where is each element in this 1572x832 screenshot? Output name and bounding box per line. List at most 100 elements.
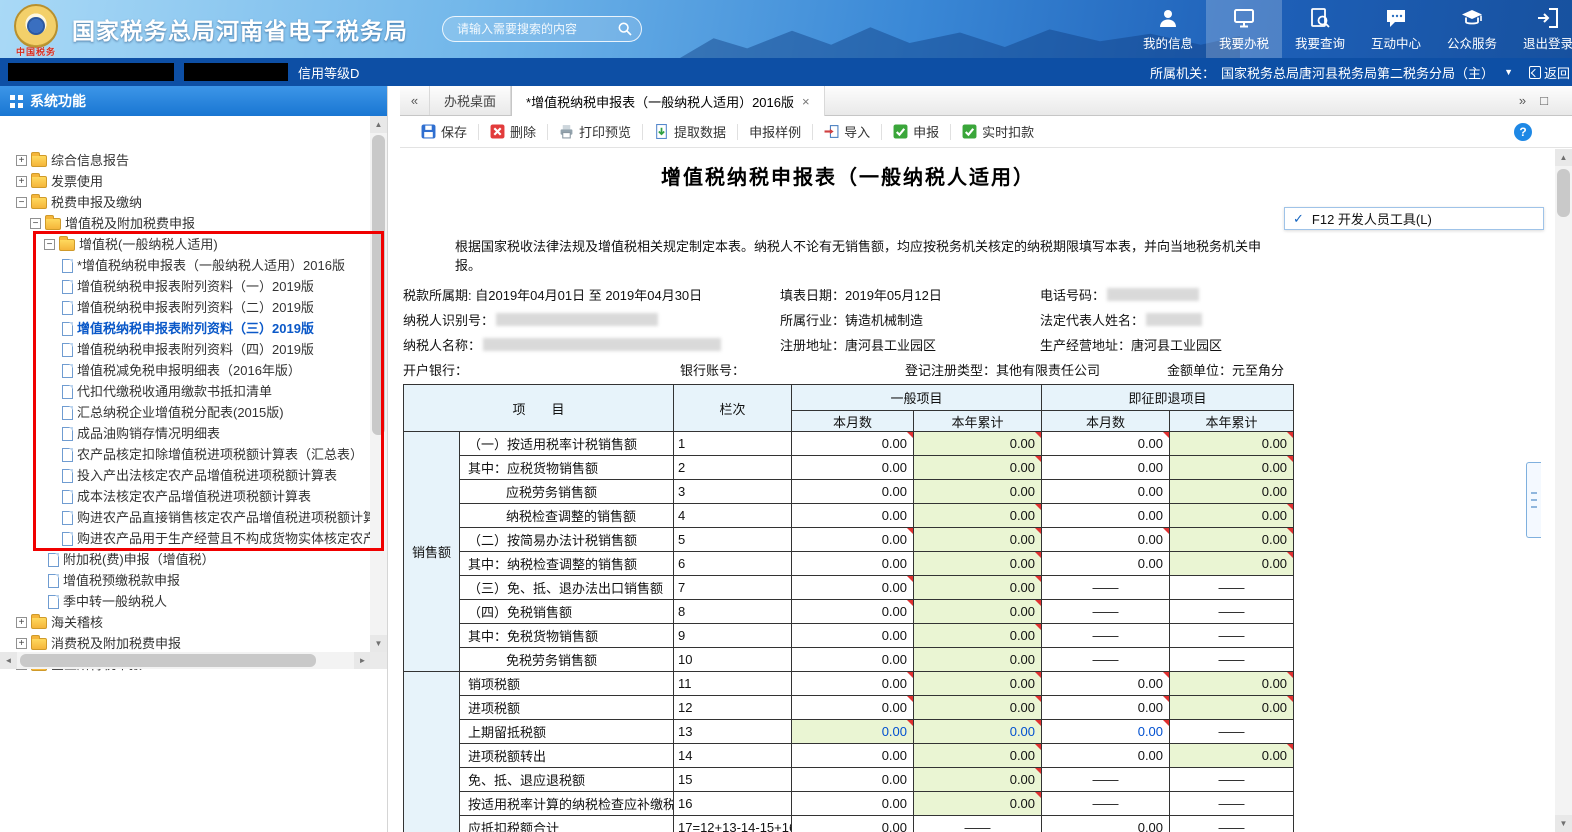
side-float-widget[interactable]: [1526, 462, 1541, 538]
value-cell[interactable]: 0.00: [914, 720, 1042, 744]
value-cell[interactable]: 0.00: [914, 648, 1042, 672]
tree-doc-item[interactable]: 增值税减免税申报明细表（2016年版）: [0, 360, 387, 381]
sidebar-horizontal-scrollbar[interactable]: ◄ ►: [0, 652, 371, 669]
value-cell[interactable]: 0.00: [792, 576, 914, 600]
value-cell[interactable]: 0.00: [1170, 480, 1294, 504]
sidebar-vertical-scrollbar[interactable]: ▲ ▼: [370, 116, 387, 652]
tree-folder-item[interactable]: −增值税(一般纳税人适用): [0, 234, 387, 255]
value-cell[interactable]: 0.00: [914, 768, 1042, 792]
value-cell[interactable]: 0.00: [792, 816, 914, 832]
nav-interaction[interactable]: 互动中心: [1358, 0, 1434, 58]
value-cell[interactable]: 0.00: [792, 624, 914, 648]
tree-folder-item[interactable]: −税费申报及缴纳: [0, 192, 387, 213]
expand-node-icon[interactable]: +: [16, 638, 27, 649]
tree-doc-item[interactable]: 投入产出法核定农产品增值税进项税额计算表: [0, 465, 387, 486]
scroll-down-arrow-icon[interactable]: ▼: [370, 635, 387, 652]
save-button[interactable]: 保存: [410, 116, 478, 147]
value-cell[interactable]: 0.00: [1042, 528, 1170, 552]
tree-doc-item[interactable]: 购进农产品直接销售核定农产品增值税进项税额计算表: [0, 507, 387, 528]
declare-button[interactable]: 申报: [882, 116, 950, 147]
tree-folder-item[interactable]: +综合信息报告: [0, 150, 387, 171]
tree-doc-item[interactable]: 农产品核定扣除增值税进项税额计算表（汇总表）: [0, 444, 387, 465]
value-cell[interactable]: 0.00: [792, 456, 914, 480]
tree-doc-item[interactable]: *增值税纳税申报表（一般纳税人适用）2016版: [0, 255, 387, 276]
value-cell[interactable]: 0.00: [792, 504, 914, 528]
value-cell[interactable]: 0.00: [914, 696, 1042, 720]
tab-desk[interactable]: 办税桌面: [430, 86, 511, 115]
value-cell[interactable]: 0.00: [1042, 480, 1170, 504]
scroll-up-arrow-icon[interactable]: ▲: [370, 116, 387, 133]
help-icon[interactable]: ?: [1514, 123, 1532, 141]
scroll-left-arrow-icon[interactable]: ◄: [0, 652, 17, 669]
value-cell[interactable]: 0.00: [1042, 816, 1170, 832]
expand-node-icon[interactable]: +: [16, 155, 27, 166]
nav-logout[interactable]: 退出登录: [1510, 0, 1572, 58]
value-cell[interactable]: 0.00: [1042, 696, 1170, 720]
value-cell[interactable]: 0.00: [792, 480, 914, 504]
value-cell[interactable]: 0.00: [914, 576, 1042, 600]
tree-doc-item[interactable]: 代扣代缴税收通用缴款书抵扣清单: [0, 381, 387, 402]
value-cell[interactable]: 0.00: [792, 672, 914, 696]
value-cell[interactable]: 0.00: [792, 744, 914, 768]
print-preview-button[interactable]: 打印预览: [548, 116, 642, 147]
value-cell[interactable]: 0.00: [792, 720, 914, 744]
value-cell[interactable]: 0.00: [914, 744, 1042, 768]
search-input[interactable]: [442, 16, 642, 42]
value-cell[interactable]: 0.00: [1170, 504, 1294, 528]
scroll-up-arrow-icon[interactable]: ▲: [1555, 149, 1572, 166]
value-cell[interactable]: 0.00: [1170, 672, 1294, 696]
tree-doc-item[interactable]: 汇总纳税企业增值税分配表(2015版): [0, 402, 387, 423]
collapse-node-icon[interactable]: −: [30, 218, 41, 229]
value-cell[interactable]: 0.00: [792, 552, 914, 576]
tree-doc-item[interactable]: 附加税(费)申报（增值税）: [0, 549, 387, 570]
realtime-payment-button[interactable]: 实时扣款: [951, 116, 1045, 147]
tree-folder-item[interactable]: +消费税及附加税费申报: [0, 633, 387, 654]
tree-doc-item[interactable]: 成品油购销存情况明细表: [0, 423, 387, 444]
window-restore-icon[interactable]: □: [1540, 93, 1548, 108]
value-cell[interactable]: 0.00: [792, 768, 914, 792]
value-cell[interactable]: 0.00: [1170, 432, 1294, 456]
value-cell[interactable]: 0.00: [914, 624, 1042, 648]
nav-query[interactable]: 我要查询: [1282, 0, 1358, 58]
expand-node-icon[interactable]: +: [16, 617, 27, 628]
value-cell[interactable]: 0.00: [1042, 720, 1170, 744]
value-cell[interactable]: 0.00: [914, 504, 1042, 528]
nav-my-info[interactable]: 我的信息: [1130, 0, 1206, 58]
value-cell[interactable]: 0.00: [1170, 696, 1294, 720]
collapse-node-icon[interactable]: −: [16, 197, 27, 208]
value-cell[interactable]: 0.00: [1042, 432, 1170, 456]
tree-doc-item[interactable]: 购进农产品用于生产经营且不构成货物实体核定农产品增: [0, 528, 387, 549]
collapse-node-icon[interactable]: −: [44, 239, 55, 250]
search-icon[interactable]: [617, 21, 633, 37]
tree-folder-item[interactable]: −增值税及附加税费申报: [0, 213, 387, 234]
tree-doc-item[interactable]: 增值税纳税申报表附列资料（四）2019版: [0, 339, 387, 360]
tree-folder-item[interactable]: +发票使用: [0, 171, 387, 192]
value-cell[interactable]: 0.00: [914, 432, 1042, 456]
value-cell[interactable]: 0.00: [914, 552, 1042, 576]
tab-scroll-right-button[interactable]: »: [1519, 93, 1526, 108]
value-cell[interactable]: 0.00: [1042, 672, 1170, 696]
value-cell[interactable]: 0.00: [792, 792, 914, 816]
value-cell[interactable]: 0.00: [792, 696, 914, 720]
value-cell[interactable]: 0.00: [792, 600, 914, 624]
tab-vat-return[interactable]: *增值税纳税申报表（一般纳税人适用）2016版 ×: [511, 86, 825, 116]
main-vertical-scrollbar[interactable]: ▲ ▼: [1555, 149, 1572, 832]
value-cell[interactable]: 0.00: [914, 792, 1042, 816]
value-cell[interactable]: 0.00: [1042, 504, 1170, 528]
scroll-right-arrow-icon[interactable]: ►: [354, 652, 371, 669]
org-dropdown-caret-icon[interactable]: ▼: [1504, 67, 1513, 77]
tree-doc-item[interactable]: 成本法核定农产品增值税进项税额计算表: [0, 486, 387, 507]
scrollbar-thumb[interactable]: [372, 135, 385, 435]
expand-node-icon[interactable]: +: [16, 176, 27, 187]
tree-doc-item[interactable]: 增值税预缴税款申报: [0, 570, 387, 591]
value-cell[interactable]: 0.00: [1170, 528, 1294, 552]
value-cell[interactable]: 0.00: [792, 432, 914, 456]
tree-doc-item[interactable]: 季中转一般纳税人: [0, 591, 387, 612]
extract-data-button[interactable]: 提取数据: [643, 116, 737, 147]
value-cell[interactable]: 0.00: [1170, 552, 1294, 576]
scrollbar-thumb[interactable]: [20, 654, 316, 667]
value-cell[interactable]: 0.00: [1170, 456, 1294, 480]
value-cell[interactable]: 0.00: [1170, 744, 1294, 768]
nav-public-service[interactable]: 公众服务: [1434, 0, 1510, 58]
scrollbar-thumb[interactable]: [1557, 169, 1570, 217]
